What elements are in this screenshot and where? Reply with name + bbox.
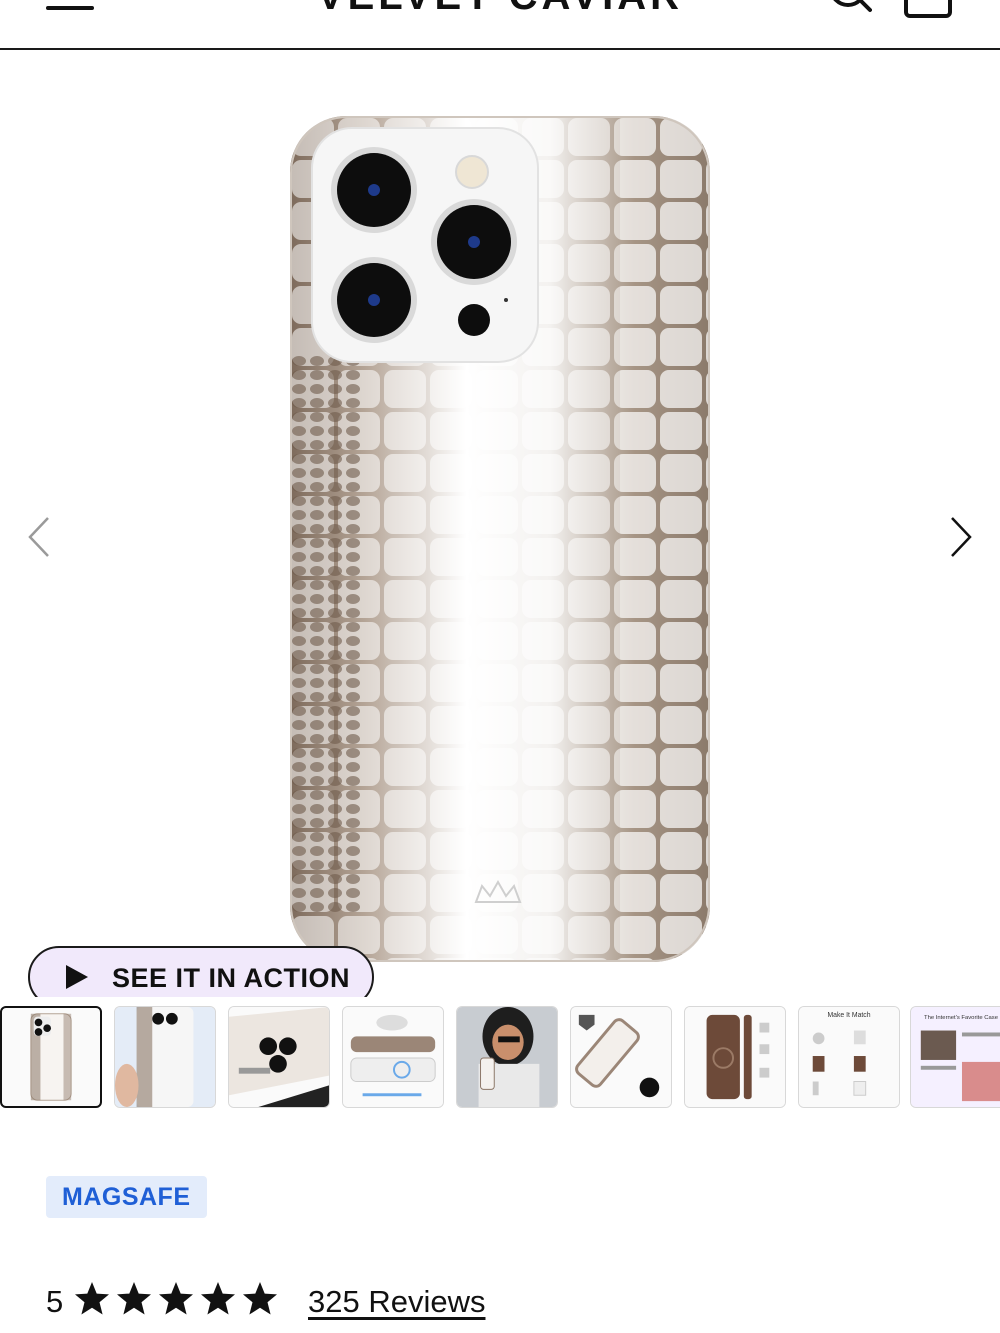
star-icon: [201, 1282, 235, 1315]
star-icon: [117, 1282, 151, 1315]
thumbnail-caption: Make It Match: [827, 1012, 870, 1019]
site-header: VELVET CAVIAR: [0, 0, 1000, 50]
reviews-link[interactable]: 325 Reviews: [308, 1284, 485, 1320]
thumbnail-magsafe-compatible[interactable]: [342, 1006, 444, 1108]
chevron-left-icon[interactable]: [24, 514, 54, 560]
see-it-in-action-button[interactable]: SEE IT IN ACTION: [28, 946, 374, 997]
product-image: [290, 116, 710, 962]
thumbnail-camera-protection-closeup[interactable]: [228, 1006, 330, 1108]
star-rating: [75, 1282, 277, 1315]
thumbnail-case-side-views[interactable]: [684, 1006, 786, 1108]
thumbnail-case-held-in-hand[interactable]: [114, 1006, 216, 1108]
thumbnail-case-front[interactable]: [0, 1006, 102, 1108]
thumbnail-internets-favorite-case[interactable]: The Internet's Favorite Case: [910, 1006, 1000, 1108]
thumbnail-strip: Make It Match The Internet's Favorite Ca…: [0, 1006, 1000, 1108]
thumbnail-make-it-match[interactable]: Make It Match: [798, 1006, 900, 1108]
see-it-in-action-label: SEE IT IN ACTION: [112, 963, 351, 993]
play-icon: [66, 965, 88, 989]
thumbnail-model-with-case[interactable]: [456, 1006, 558, 1108]
thumbnail-drop-tested-case[interactable]: [570, 1006, 672, 1108]
star-icon: [75, 1282, 109, 1315]
star-icon: [159, 1282, 193, 1315]
search-icon[interactable]: [826, 0, 872, 18]
product-gallery: SEE IT IN ACTION: [0, 52, 1000, 997]
rating-value: 5: [46, 1284, 64, 1319]
thumbnail-caption: The Internet's Favorite Case: [924, 1015, 998, 1021]
magsafe-tag: MAGSAFE: [46, 1176, 207, 1218]
shopping-bag-icon[interactable]: [902, 0, 954, 18]
chevron-right-icon[interactable]: [946, 514, 976, 560]
star-icon: [243, 1282, 277, 1315]
